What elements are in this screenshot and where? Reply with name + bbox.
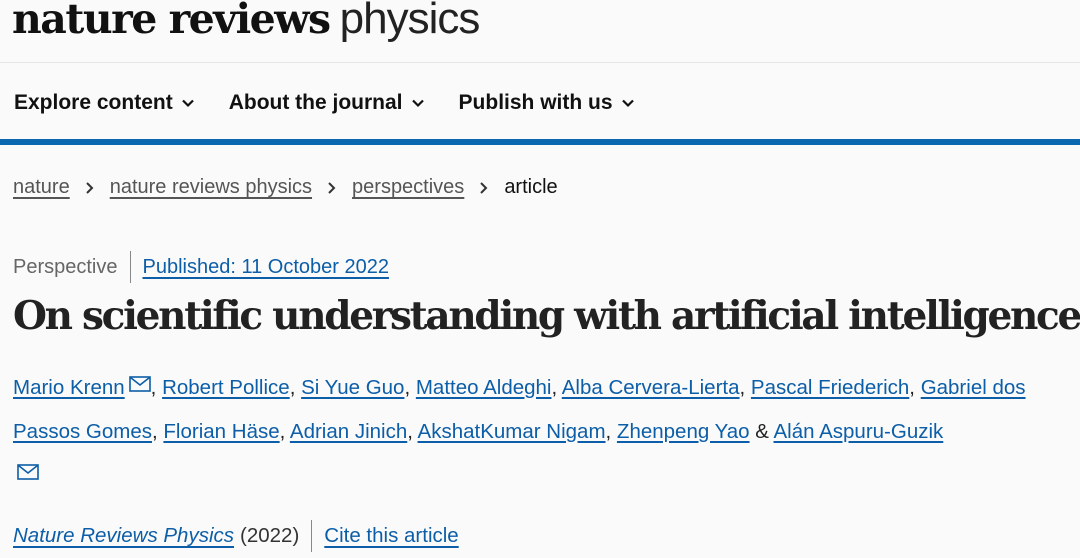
breadcrumb-perspectives[interactable]: perspectives xyxy=(352,176,464,199)
author-link[interactable]: Matteo Aldeghi xyxy=(416,376,552,399)
article-type: Perspective xyxy=(13,255,118,278)
breadcrumb-nature-reviews-physics[interactable]: nature reviews physics xyxy=(110,176,312,199)
author-link[interactable]: Robert Pollice xyxy=(162,376,290,399)
nav-explore-content[interactable]: Explore content xyxy=(14,91,195,115)
nav-about-journal[interactable]: About the journal xyxy=(229,91,425,115)
chevron-right-icon xyxy=(328,181,336,194)
nav-item-label: Publish with us xyxy=(458,91,613,114)
cite-divider xyxy=(311,520,313,552)
author-link[interactable]: Mario Krenn xyxy=(13,376,125,399)
header-divider xyxy=(0,62,1080,63)
nav-publish-with-us[interactable]: Publish with us xyxy=(459,91,635,115)
meta-divider xyxy=(129,251,131,283)
chevron-right-icon xyxy=(480,181,488,194)
journal-logo[interactable]: nature reviews physics xyxy=(12,0,481,56)
article-title: On scientific understanding with artific… xyxy=(13,293,1080,339)
author-link[interactable]: AkshatKumar Nigam xyxy=(418,420,606,443)
chevron-down-icon xyxy=(411,99,424,108)
cite-this-article-link[interactable]: Cite this article xyxy=(324,524,458,548)
chevron-down-icon xyxy=(181,99,194,108)
author-link[interactable]: Pascal Friederich xyxy=(751,376,909,399)
author-link[interactable]: Zhenpeng Yao xyxy=(617,420,750,443)
author-link[interactable]: Alba Cervera-Lierta xyxy=(562,376,740,399)
author-link[interactable]: Si Yue Guo xyxy=(301,376,404,399)
chevron-down-icon xyxy=(621,99,634,108)
breadcrumb-nature[interactable]: nature xyxy=(13,176,70,199)
author-link[interactable]: Florian Häse xyxy=(163,420,279,443)
author-link[interactable]: Adrian Jinich xyxy=(290,420,407,443)
author-list: Mario Krenn, Robert Pollice, Si Yue Guo,… xyxy=(13,366,1063,498)
mail-icon[interactable] xyxy=(17,464,39,480)
main-nav: Explore content About the journal Publis… xyxy=(14,86,635,120)
nav-accent-bar xyxy=(0,139,1080,145)
mail-icon[interactable] xyxy=(128,376,151,392)
authors-and: & xyxy=(755,420,769,443)
publication-year: (2022) xyxy=(240,524,300,547)
nav-item-label: About the journal xyxy=(228,91,403,114)
breadcrumb: nature nature reviews physics perspectiv… xyxy=(13,176,558,199)
breadcrumb-current: article xyxy=(504,176,558,198)
author-link[interactable]: Alán Aspuru-Guzik xyxy=(774,420,944,443)
logo-physics: physics xyxy=(339,0,481,43)
logo-nature-reviews: nature reviews xyxy=(12,0,331,43)
article-meta: Perspective Published: 11 October 2022 xyxy=(13,251,389,283)
citation-line: Nature Reviews Physics (2022) Cite this … xyxy=(13,520,459,552)
nav-item-label: Explore content xyxy=(14,91,173,114)
journal-link[interactable]: Nature Reviews Physics xyxy=(13,524,234,548)
chevron-right-icon xyxy=(86,181,94,194)
published-date-link[interactable]: Published: 11 October 2022 xyxy=(143,256,389,279)
